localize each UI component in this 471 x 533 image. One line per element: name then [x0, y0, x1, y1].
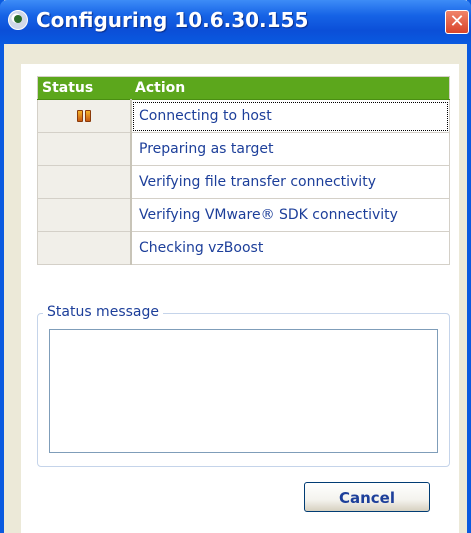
status-message-group: Status message: [37, 304, 450, 467]
table-row[interactable]: Verifying file transfer connectivity: [37, 165, 450, 199]
table-row[interactable]: Preparing as target: [37, 132, 450, 166]
table-row[interactable]: Checking vzBoost: [37, 231, 450, 265]
status-column-header[interactable]: Status: [37, 76, 131, 100]
action-cell: Checking vzBoost: [131, 231, 450, 265]
action-cell: Connecting to host: [131, 99, 450, 133]
title-bar[interactable]: Configuring 10.6.30.155 ✕: [0, 0, 471, 44]
status-cell: [37, 231, 132, 265]
configure-dialog: Configuring 10.6.30.155 ✕ Status Action …: [0, 0, 471, 533]
action-cell: Verifying VMware® SDK connectivity: [131, 198, 450, 232]
action-grid: Status Action Connecting to host Prepari…: [37, 76, 450, 265]
close-button[interactable]: ✕: [445, 10, 469, 34]
app-icon: [8, 10, 28, 30]
status-cell: [37, 165, 132, 199]
status-message-box[interactable]: [49, 329, 438, 453]
status-cell: [37, 99, 132, 133]
dialog-body: Status Action Connecting to host Prepari…: [21, 64, 459, 533]
pause-icon: [76, 109, 92, 123]
action-cell: Verifying file transfer connectivity: [131, 165, 450, 199]
status-message-label: Status message: [43, 304, 163, 320]
cancel-button[interactable]: Cancel: [304, 482, 430, 512]
action-column-header[interactable]: Action: [131, 76, 450, 100]
table-row[interactable]: Verifying VMware® SDK connectivity: [37, 198, 450, 232]
grid-header-row: Status Action: [37, 76, 450, 100]
status-cell: [37, 198, 132, 232]
window-title: Configuring 10.6.30.155: [36, 8, 309, 32]
action-cell: Preparing as target: [131, 132, 450, 166]
status-cell: [37, 132, 132, 166]
table-row[interactable]: Connecting to host: [37, 99, 450, 133]
